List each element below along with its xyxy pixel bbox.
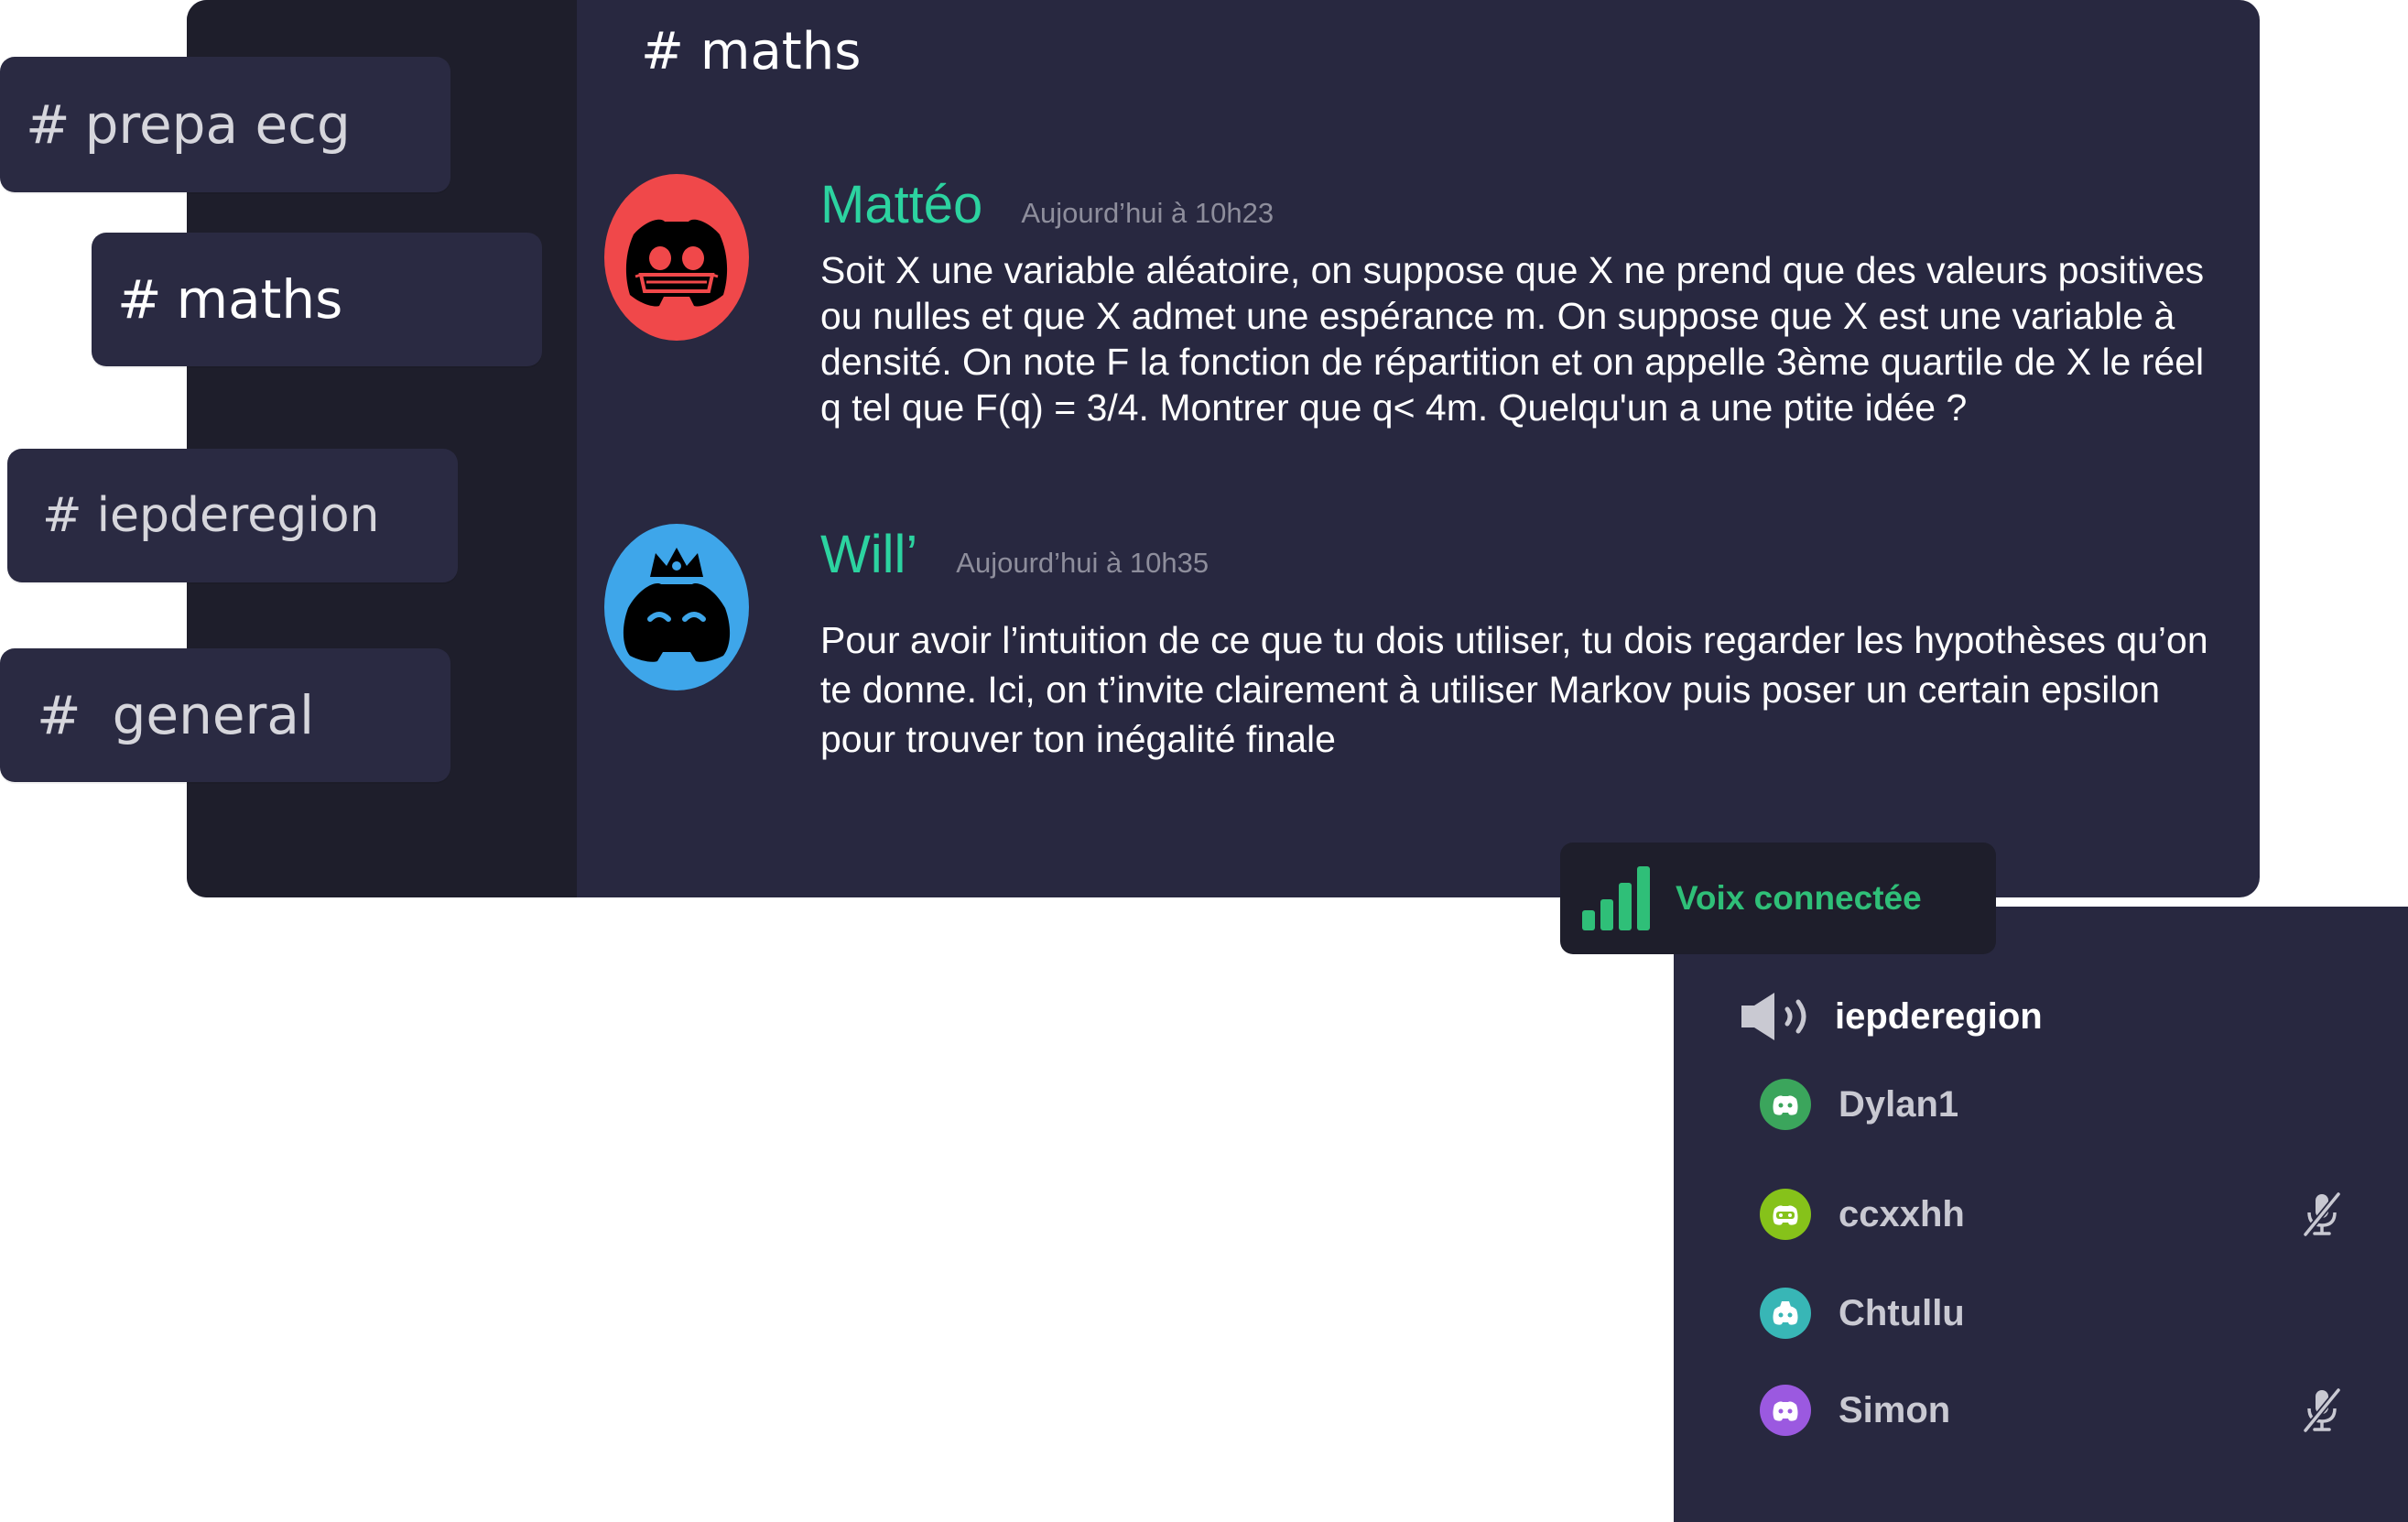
avatar <box>1760 1189 1811 1240</box>
channel-item-label: prepa ecg <box>84 93 351 156</box>
hash-icon: # <box>37 684 81 746</box>
muted-mic-icon[interactable] <box>2298 1190 2346 1238</box>
message-author[interactable]: Will’ <box>820 524 917 585</box>
channel-item-label: iepderegion <box>96 488 380 543</box>
chat-window: # maths Mattéo Aujourd’hui à 10h23 Soit … <box>187 0 2260 897</box>
bot-avatar-icon <box>1773 1401 1798 1421</box>
crowned-bot-avatar-icon <box>604 524 749 690</box>
channel-item-general[interactable]: # general <box>0 648 450 782</box>
channel-item-prepa-ecg[interactable]: # prepa ecg <box>0 57 450 192</box>
voice-user[interactable]: ccxxhh <box>1760 1189 2346 1240</box>
hash-icon: # <box>117 268 162 331</box>
voice-user[interactable]: Simon <box>1760 1385 2346 1436</box>
voice-channel[interactable]: iepderegion <box>1738 991 2043 1042</box>
channel-title: # maths <box>641 22 861 82</box>
chat-main: # maths Mattéo Aujourd’hui à 10h23 Soit … <box>577 0 2260 897</box>
message-author[interactable]: Mattéo <box>820 174 982 235</box>
bot-avatar-icon <box>1773 1301 1798 1325</box>
voice-panel: iepderegion Dylan1 ccxxhh Chtullu Simon <box>1674 907 2408 1522</box>
hash-icon: # <box>641 22 684 82</box>
signal-strength-icon <box>1582 866 1650 930</box>
channel-item-maths[interactable]: # maths <box>92 233 542 366</box>
voice-connected-status[interactable]: Voix connectée <box>1560 843 1996 954</box>
speaker-icon <box>1741 993 1806 1040</box>
hash-icon: # <box>42 488 82 543</box>
avatar[interactable] <box>604 524 749 690</box>
voice-user[interactable]: Dylan1 <box>1760 1079 2346 1130</box>
channel-item-iepderegion[interactable]: # iepderegion <box>7 449 458 582</box>
hash-icon: # <box>26 93 71 156</box>
channel-item-label: general <box>112 684 315 746</box>
voice-channel-name: iepderegion <box>1835 995 2043 1037</box>
voice-user-name: Dylan1 <box>1839 1083 1959 1125</box>
voice-status-label: Voix connectée <box>1676 879 1922 917</box>
voice-user-name: Simon <box>1839 1389 1951 1430</box>
avatar <box>1760 1079 1811 1130</box>
message-text: Pour avoir l’intuition de ce que tu dois… <box>820 619 2208 760</box>
channel-item-label: maths <box>176 268 343 331</box>
message-timestamp: Aujourd’hui à 10h35 <box>956 547 1209 579</box>
bot-avatar-icon <box>1773 1095 1798 1115</box>
masked-bot-avatar-icon <box>604 174 749 341</box>
avatar <box>1760 1385 1811 1436</box>
avatar <box>1760 1288 1811 1339</box>
channel-title-label: maths <box>700 22 862 82</box>
muted-mic-icon[interactable] <box>2298 1386 2346 1434</box>
voice-user-name: Chtullu <box>1839 1292 1965 1333</box>
voice-user[interactable]: Chtullu <box>1760 1288 2346 1339</box>
voice-user-name: ccxxhh <box>1839 1193 1965 1234</box>
avatar[interactable] <box>604 174 749 341</box>
message-timestamp: Aujourd’hui à 10h23 <box>1021 197 1275 229</box>
message-text: Soit X une variable aléatoire, on suppos… <box>820 249 2205 429</box>
bot-avatar-icon <box>1773 1205 1798 1225</box>
